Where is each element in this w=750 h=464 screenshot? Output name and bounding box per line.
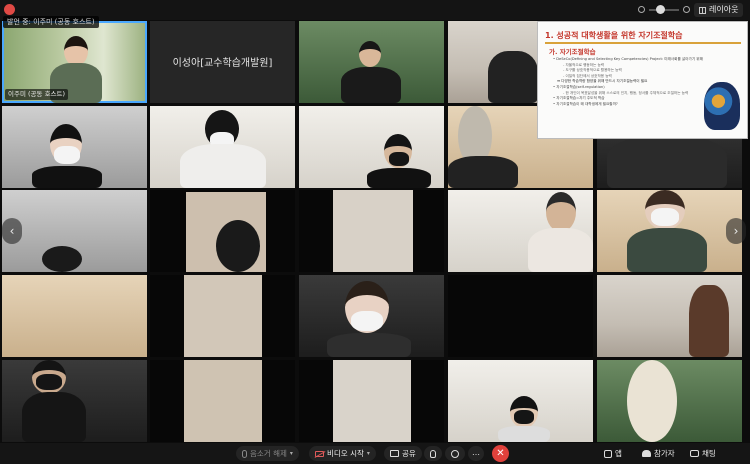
leave-meeting-button[interactable]: ✕	[492, 445, 509, 462]
video-tile[interactable]	[299, 106, 444, 188]
share-screen-icon	[390, 450, 399, 457]
apps-label: 앱	[615, 449, 622, 458]
slide-body: • DeSeCo(Defining and Selecting Key Comp…	[553, 57, 703, 107]
slide-underline	[545, 42, 741, 44]
zoom-out-icon[interactable]	[638, 6, 645, 13]
zoom-slider[interactable]	[638, 4, 690, 16]
video-tile-text[interactable]: 이성아[교수학습개발원]	[150, 21, 295, 103]
chat-label: 채팅	[702, 449, 716, 458]
brain-gears-illustration	[704, 82, 740, 130]
start-video-button[interactable]: 비디오 시작 ▾	[309, 446, 376, 461]
shared-screen-slide[interactable]: 1. 성공적 대학생활을 위한 자기조절학습 가. 자기조절학습 • DeSeC…	[537, 21, 748, 139]
video-tile[interactable]	[448, 275, 593, 357]
slide-line: • 자기조절학습이 왜 대학생에게 필요할까?	[553, 101, 618, 106]
video-off-icon	[315, 450, 324, 457]
chevron-down-icon[interactable]: ▾	[367, 446, 370, 461]
window-close-button[interactable]	[4, 4, 15, 15]
video-tile[interactable]	[299, 360, 444, 442]
video-tile[interactable]	[150, 275, 295, 357]
chevron-down-icon[interactable]: ▾	[290, 446, 293, 461]
top-bar: 레이아웃	[0, 0, 750, 20]
video-tile[interactable]	[2, 106, 147, 188]
mute-label: 음소거 해제	[250, 449, 287, 458]
video-tile[interactable]	[2, 190, 147, 272]
video-tile[interactable]	[150, 106, 295, 188]
video-tile[interactable]	[2, 275, 147, 357]
prev-page-button[interactable]: ‹	[2, 218, 22, 244]
chat-icon	[690, 450, 699, 457]
video-tile[interactable]	[299, 21, 444, 103]
video-tile[interactable]	[597, 275, 742, 357]
raise-hand-button[interactable]	[424, 446, 442, 461]
slide-line: • DeSeCo(Defining and Selecting Key Comp…	[553, 57, 703, 61]
meeting-toolbar: 음소거 해제 ▾ 비디오 시작 ▾ 공유 … ✕ 앱 참가자 채팅	[0, 443, 750, 464]
share-button[interactable]: 공유	[384, 446, 422, 461]
layout-label: 레이아웃	[709, 5, 739, 14]
slide-subtitle: 가. 자기조절학습	[549, 48, 596, 56]
video-tile[interactable]	[2, 360, 147, 442]
layout-button[interactable]: 레이아웃	[694, 3, 744, 17]
speaking-indicator: 발언 중: 이주미 (공동 호스트)	[3, 16, 99, 28]
video-tile[interactable]	[597, 360, 742, 442]
more-options-button[interactable]: …	[468, 446, 484, 461]
emoji-icon	[451, 449, 459, 458]
participant-name-text: 이성아[교수학습개발원]	[172, 58, 273, 69]
video-tile[interactable]	[448, 360, 593, 442]
video-tile[interactable]	[150, 360, 295, 442]
mute-button[interactable]: 음소거 해제 ▾	[236, 446, 299, 461]
slide-title: 1. 성공적 대학생활을 위한 자기조절학습	[545, 31, 683, 40]
video-tile[interactable]	[597, 190, 742, 272]
chat-button[interactable]: 채팅	[684, 446, 722, 461]
video-tile[interactable]	[299, 275, 444, 357]
participants-icon	[642, 450, 651, 457]
zoom-knob[interactable]	[656, 5, 665, 14]
video-tile[interactable]	[150, 190, 295, 272]
participants-label: 참가자	[654, 449, 675, 458]
reactions-button[interactable]	[445, 446, 465, 461]
microphone-icon	[242, 449, 247, 458]
video-tile[interactable]	[299, 190, 444, 272]
participants-button[interactable]: 참가자	[636, 446, 681, 461]
participant-name: 이주미 (공동 호스트)	[5, 89, 69, 100]
hand-icon	[430, 449, 436, 458]
next-page-button[interactable]: ›	[726, 218, 746, 244]
video-label: 비디오 시작	[327, 449, 364, 458]
share-label: 공유	[402, 449, 416, 458]
video-tile[interactable]	[448, 190, 593, 272]
apps-icon	[604, 449, 612, 458]
zoom-in-icon[interactable]	[683, 6, 690, 13]
apps-button[interactable]: 앱	[598, 446, 628, 461]
video-tile-host[interactable]: 이주미 (공동 호스트)	[2, 21, 147, 103]
grid-icon	[699, 6, 706, 14]
